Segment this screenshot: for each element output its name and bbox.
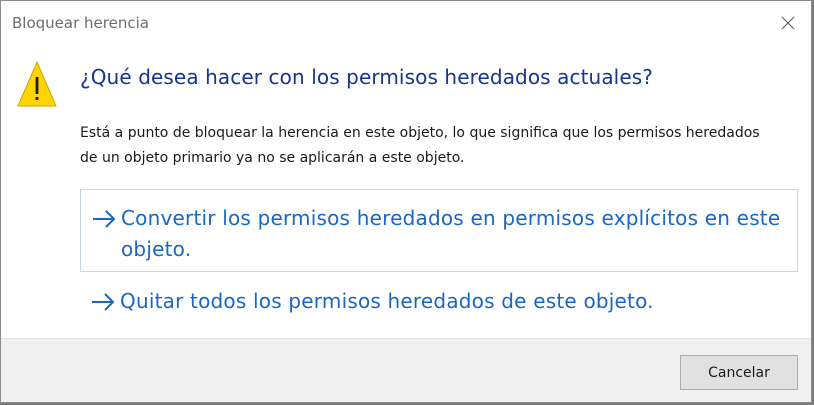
option-content: Quitar todos los permisos heredados de e… bbox=[90, 286, 780, 318]
close-button[interactable] bbox=[765, 1, 811, 45]
window-title: Bloquear herencia bbox=[12, 14, 149, 32]
arrow-right-icon bbox=[93, 210, 116, 228]
dialog-footer: Cancelar bbox=[1, 338, 811, 402]
option-convert-permissions[interactable]: Convertir los permisos heredados en perm… bbox=[80, 189, 798, 272]
main-heading: ¿Qué desea hacer con los permisos hereda… bbox=[80, 65, 653, 89]
warning-icon bbox=[17, 60, 57, 107]
option-remove-permissions[interactable]: Quitar todos los permisos heredados de e… bbox=[80, 285, 798, 321]
option-label: Convertir los permisos heredados en perm… bbox=[121, 206, 781, 261]
cancel-button[interactable]: Cancelar bbox=[680, 355, 798, 390]
arrow-right-icon bbox=[92, 293, 115, 311]
option-label: Quitar todos los permisos heredados de e… bbox=[120, 289, 654, 313]
dialog-window: Bloquear herencia ¿Qué desea hacer con l… bbox=[0, 0, 812, 403]
option-content: Convertir los permisos heredados en perm… bbox=[91, 203, 781, 265]
description-text: Está a punto de bloquear la herencia en … bbox=[80, 125, 760, 166]
title-bar: Bloquear herencia bbox=[1, 1, 811, 45]
close-icon bbox=[781, 16, 795, 30]
